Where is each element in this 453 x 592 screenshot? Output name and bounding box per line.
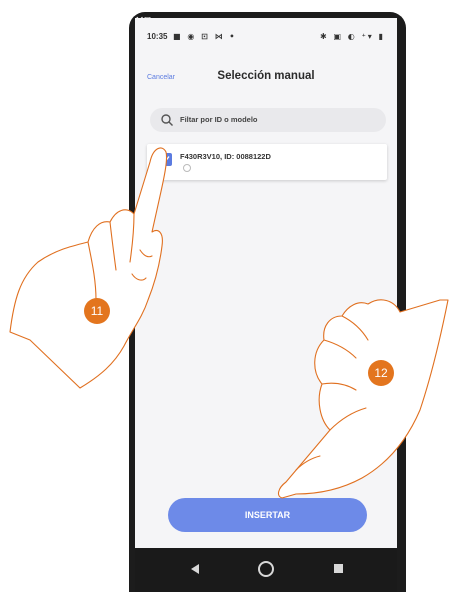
search-input[interactable]: Filtar por ID o modelo bbox=[150, 108, 386, 132]
step-badge-11: 11 bbox=[84, 298, 110, 324]
device-status-icon bbox=[183, 164, 191, 172]
checkmark-icon bbox=[161, 156, 170, 164]
header: Cancelar Selección manual bbox=[135, 68, 397, 88]
step-badge-12: 12 bbox=[368, 360, 394, 386]
page-title: Selección manual bbox=[217, 70, 315, 82]
device-checkbox[interactable] bbox=[159, 153, 172, 166]
notification-icons: ■ ◉ ⊡ ⋈ • bbox=[173, 32, 237, 41]
back-icon[interactable] bbox=[191, 564, 199, 574]
search-icon bbox=[161, 114, 173, 126]
system-icons: ✱ ▣ ◐ ⁺▾ ▮ bbox=[319, 32, 385, 41]
app-screen: 10:35 ■ ◉ ⊡ ⋈ • ✱ ▣ ◐ ⁺▾ ▮ Cancelar Sele… bbox=[135, 18, 397, 592]
device-label: F430R3V10, ID: 0088122D bbox=[180, 152, 271, 161]
android-nav-bar bbox=[135, 548, 397, 592]
device-list-item[interactable]: F430R3V10, ID: 0088122D bbox=[147, 144, 387, 180]
insert-button[interactable]: INSERTAR bbox=[168, 498, 367, 532]
home-icon[interactable] bbox=[258, 561, 274, 577]
status-bar: 10:35 ■ ◉ ⊡ ⋈ • ✱ ▣ ◐ ⁺▾ ▮ bbox=[135, 32, 397, 46]
search-placeholder: Filtar por ID o modelo bbox=[180, 115, 258, 124]
recent-apps-icon[interactable] bbox=[334, 564, 343, 573]
status-time: 10:35 bbox=[147, 32, 168, 41]
